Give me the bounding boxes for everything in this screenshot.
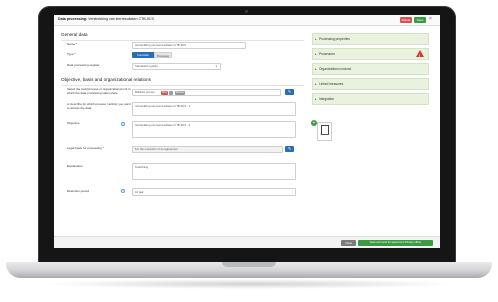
register-value: Standaard register [135,64,159,68]
legal-basis-label: Legal basis for processing * [67,146,104,150]
info-icon[interactable]: i [121,122,125,126]
document-card[interactable]: Document [317,122,332,141]
chevron-right-icon: ▸ [315,97,317,101]
edit-subprocess-button[interactable]: ✎ [285,89,294,95]
panel-item-label: Processing properties [319,37,350,41]
subprocess-tag-browse[interactable]: Browse [175,91,185,95]
divider [61,85,304,86]
subprocess-value: Millitrain proces [135,90,155,94]
chevron-right-icon: ▸ [315,52,317,56]
save-button[interactable]: Save [414,17,426,23]
pencil-icon: ✎ [287,89,292,94]
dialog-titlebar: Data processing: Verstrekking van leerre… [54,15,440,26]
type-label: Type * [67,52,76,56]
general-heading: General data [61,32,88,37]
panel-integration[interactable]: ▸ Integration [312,93,429,105]
screen: Data processing: Verstrekking van leerre… [54,15,440,248]
save-and-send-button[interactable]: Save and send for approval to Privacy of… [358,240,433,246]
panel-item-label: Integration [319,97,335,101]
chevron-right-icon: ▸ [315,67,317,71]
dialog-title: Data processing: Verstrekking van leerre… [58,17,154,21]
edit-legal-basis-button[interactable]: ✎ [285,146,294,152]
panel-processing-properties[interactable]: ▸ Processing properties [312,33,429,45]
explanation-label: Explanation [67,164,83,168]
panel-processors[interactable]: ▸ Processors [312,48,429,61]
panel-item-label: Processors [319,52,335,56]
camera-dot [245,10,248,13]
describe-textarea[interactable]: Verstrekking van leerresultaten CTB-9CS … [132,102,296,116]
subprocess-tag-root: Root [161,91,169,95]
panel-item-label: Organizations involved [319,67,352,71]
pencil-icon: ✎ [287,146,292,151]
panel-linked-measures[interactable]: ▸ Linked measures [312,78,429,90]
subprocess-tag-more: ... [169,91,173,95]
chevron-right-icon: ▸ [315,82,317,86]
laptop-notch [222,262,276,267]
close-icon[interactable]: × [429,16,432,22]
type-processor-option[interactable]: Processor [154,52,172,58]
subprocess-label: Select the (sub)process or organizationa… [67,87,131,95]
name-label: Name * [67,42,78,46]
type-controller-option[interactable]: Controller [132,52,154,58]
close-button[interactable]: Close [341,240,356,246]
register-select[interactable]: Standaard register ▾ [132,63,221,70]
dialog-title-value: Verstrekking van leerresultaten CTB-9CS [88,17,154,21]
panel-item-label: Linked measures [319,82,344,86]
objective-textarea[interactable]: Verstrekking van leerresultaten CTB-9CS … [132,121,296,138]
explanation-textarea[interactable]: Toelichting [132,163,296,180]
name-field[interactable]: Verstrekking van leerresultaten CTB-9CS [132,42,246,49]
divider [61,40,304,41]
panel-organizations[interactable]: ▸ Organizations involved [312,63,429,75]
legal-basis-field[interactable]: For the execution of an agreement [132,146,283,153]
chevron-down-icon: ▾ [215,64,217,68]
dialog-footer: Close Save and send for approval to Priv… [54,236,440,248]
subprocess-field[interactable]: Millitrain proces Root ... Browse [132,89,281,96]
describe-label: or describe for which process / activity… [67,102,131,110]
form-area: General data Name * Verstrekking van lee… [54,26,309,236]
objective-heading: Objective, basis and organizational rela… [61,77,151,82]
warning-icon [416,50,424,61]
chevron-right-icon: ▸ [315,37,317,41]
laptop-shadow [40,279,458,289]
retention-field[interactable]: 10 jaar [132,188,296,196]
info-icon[interactable]: i [121,189,125,193]
register-label: Data processing register [67,63,100,67]
delete-button[interactable]: Delete [400,17,412,23]
dialog-title-prefix: Data processing: [58,17,88,21]
document-caption: Document [319,134,330,136]
